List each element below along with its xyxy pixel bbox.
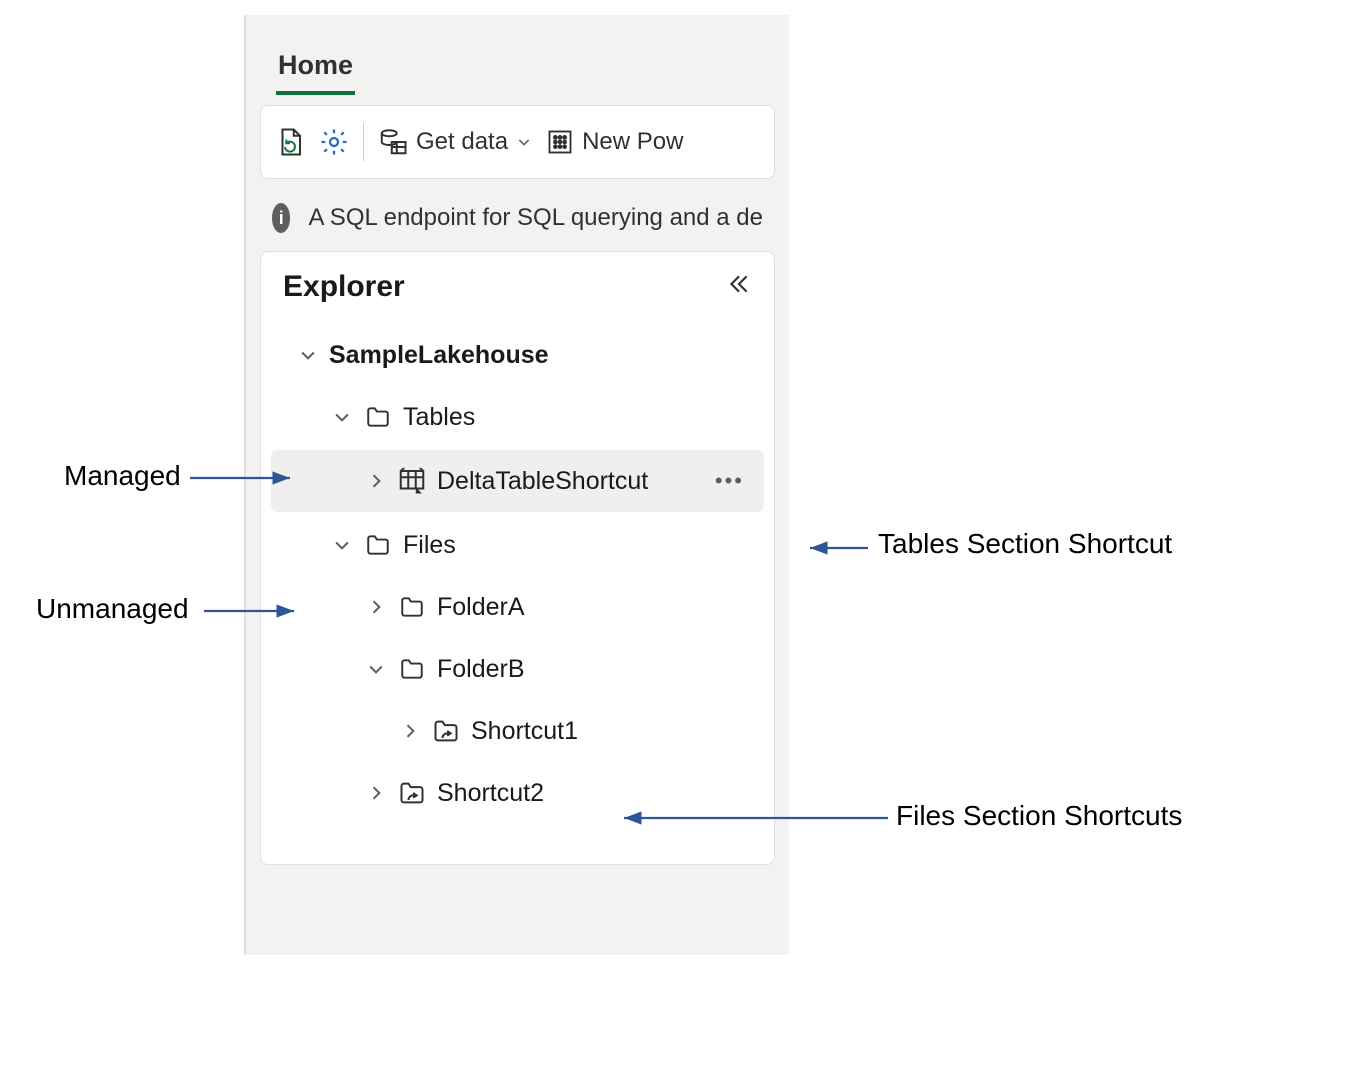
annotation-managed: Managed <box>64 460 181 492</box>
chevron-down-icon <box>331 407 353 427</box>
tree-node-folder-a[interactable]: FolderA <box>261 576 774 638</box>
tree-label-shortcut2: Shortcut2 <box>437 779 544 808</box>
tab-strip: Home <box>246 15 789 95</box>
tree-node-shortcut1[interactable]: Shortcut1 <box>261 700 774 762</box>
folder-shortcut-icon <box>397 779 427 807</box>
gear-icon <box>319 127 349 157</box>
info-icon: i <box>272 203 290 233</box>
tree-label-folder-b: FolderB <box>437 655 525 684</box>
annotation-unmanaged: Unmanaged <box>36 593 189 625</box>
chevron-down-icon <box>331 535 353 555</box>
tree-node-lakehouse-root[interactable]: SampleLakehouse <box>261 324 774 386</box>
info-text: A SQL endpoint for SQL querying and a de <box>308 204 763 232</box>
chevron-down-icon <box>365 659 387 679</box>
explorer-title: Explorer <box>283 270 405 304</box>
settings-button[interactable] <box>319 127 349 157</box>
folder-shortcut-icon <box>431 717 461 745</box>
chevron-down-icon <box>516 134 532 150</box>
tree-node-folder-b[interactable]: FolderB <box>261 638 774 700</box>
annotation-arrow <box>204 603 304 623</box>
tree-node-delta-table-shortcut[interactable]: DeltaTableShortcut ••• <box>271 450 764 512</box>
new-powerbi-label: New Pow <box>582 128 683 156</box>
ribbon-separator <box>363 123 364 161</box>
annotation-arrow <box>620 810 900 830</box>
annotation-arrow <box>806 540 876 560</box>
chevron-right-icon <box>365 471 387 491</box>
get-data-button[interactable]: Get data <box>378 127 532 157</box>
chevron-left-double-icon <box>726 271 752 297</box>
tree-label-tables: Tables <box>403 403 475 432</box>
tab-home[interactable]: Home <box>276 44 355 95</box>
chevron-right-icon <box>365 597 387 617</box>
annotation-files-shortcuts: Files Section Shortcuts <box>896 800 1182 832</box>
tree-label-folder-a: FolderA <box>437 593 525 622</box>
ribbon-toolbar: Get data New Pow <box>260 105 775 179</box>
annotation-arrow <box>190 470 300 490</box>
new-powerbi-button[interactable]: New Pow <box>546 128 683 156</box>
tree-node-files[interactable]: Files <box>261 514 774 576</box>
table-shortcut-icon <box>397 466 427 496</box>
info-bar: i A SQL endpoint for SQL querying and a … <box>246 195 789 251</box>
tree-label-root: SampleLakehouse <box>329 341 549 370</box>
tree-label-shortcut1: Shortcut1 <box>471 717 578 746</box>
tree-label-delta-table-shortcut: DeltaTableShortcut <box>437 467 648 496</box>
folder-icon <box>397 656 427 682</box>
get-data-label: Get data <box>416 128 508 156</box>
collapse-explorer-button[interactable] <box>726 271 752 304</box>
chevron-right-icon <box>399 721 421 741</box>
folder-icon <box>397 594 427 620</box>
folder-icon <box>363 532 393 558</box>
database-table-icon <box>378 127 408 157</box>
grid-icon <box>546 128 574 156</box>
chevron-down-icon <box>297 345 319 365</box>
refresh-button[interactable] <box>275 127 305 157</box>
refresh-icon <box>275 127 305 157</box>
annotation-tables-shortcut: Tables Section Shortcut <box>878 528 1172 560</box>
more-icon[interactable]: ••• <box>715 468 750 494</box>
folder-icon <box>363 404 393 430</box>
explorer-tree: SampleLakehouse Tables <box>261 324 774 824</box>
chevron-right-icon <box>365 783 387 803</box>
tree-node-tables[interactable]: Tables <box>261 386 774 448</box>
explorer-panel: Explorer SampleLakehouse <box>260 251 775 865</box>
tree-label-files: Files <box>403 531 456 560</box>
